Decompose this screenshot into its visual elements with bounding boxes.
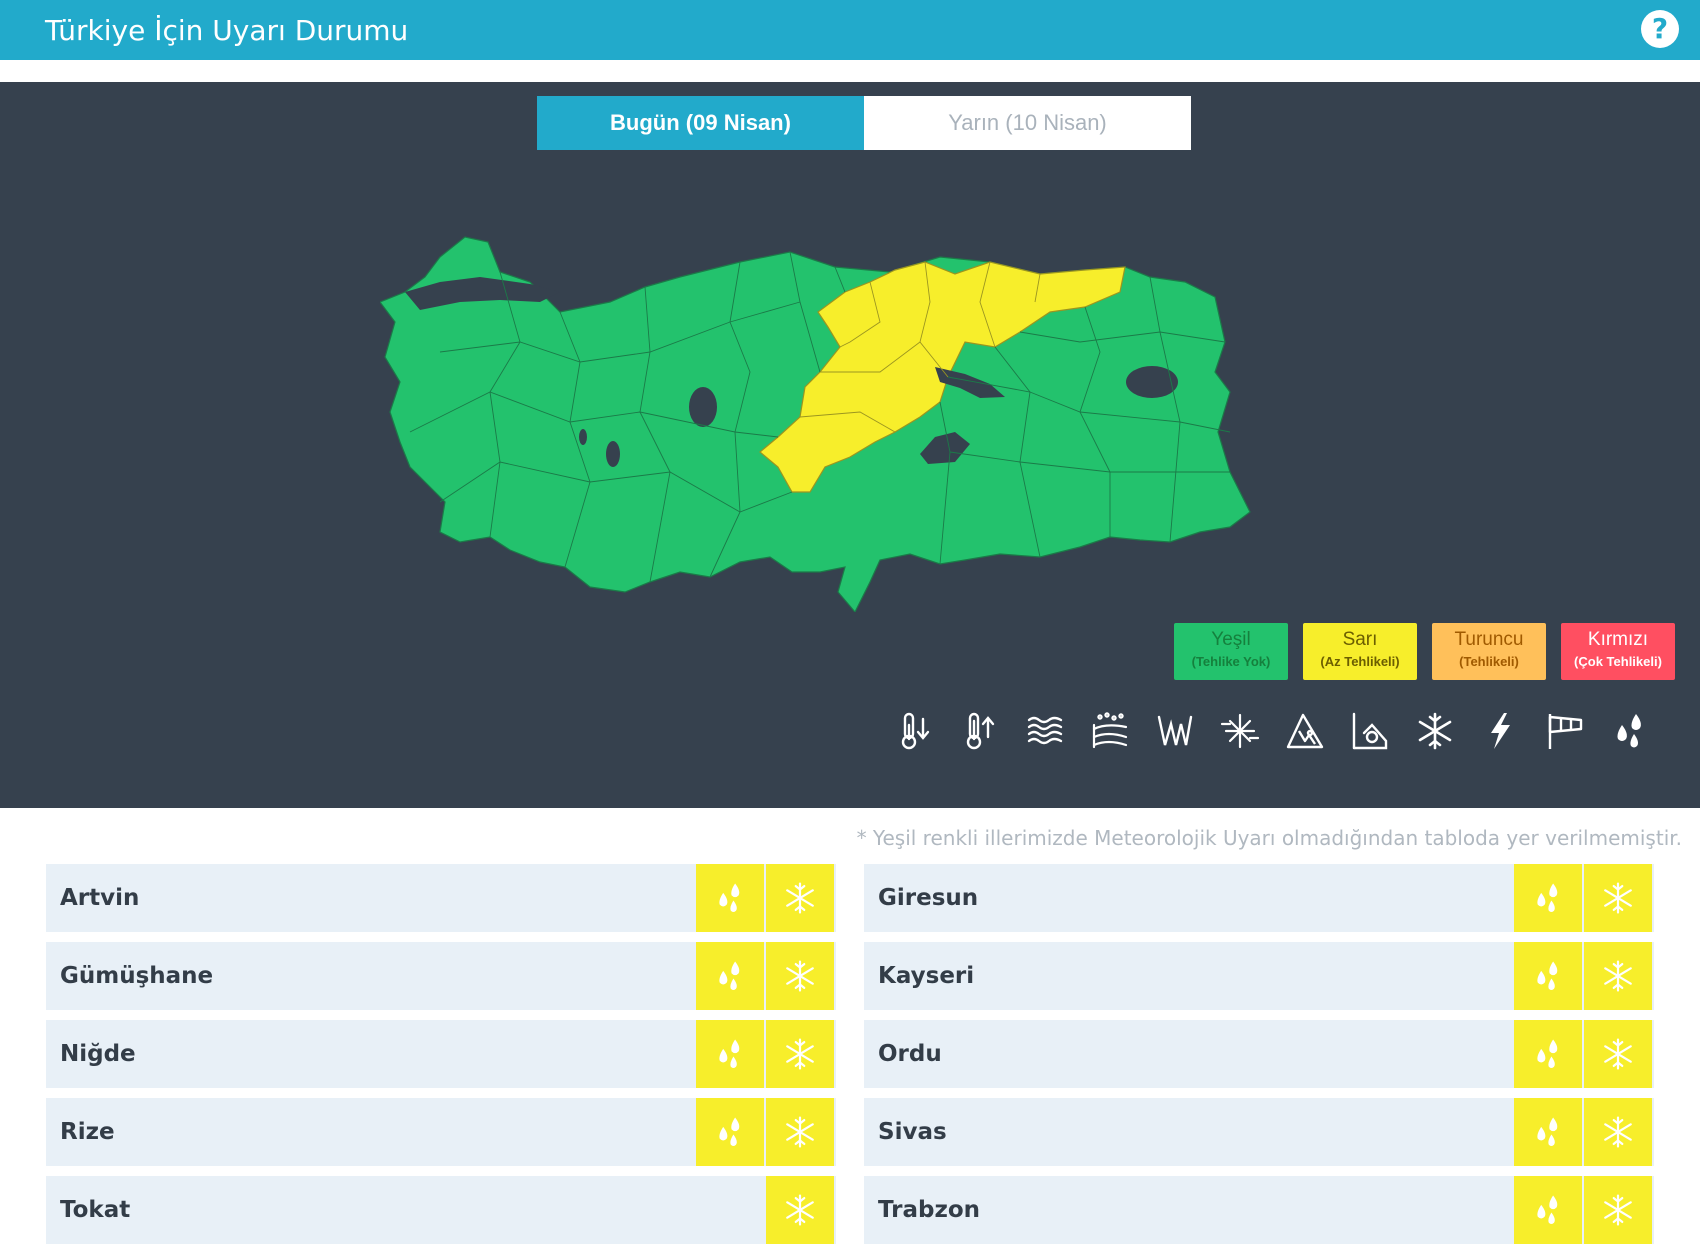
snow-warning-icon[interactable] [1584,1176,1652,1244]
help-icon[interactable]: ? [1641,10,1679,48]
legend-green-label: Yeşil [1211,629,1251,650]
legend-red: Kırmızı (Çok Tehlikeli) [1561,623,1675,680]
province-row[interactable]: Giresun [864,864,1654,932]
province-row[interactable]: Kayseri [864,942,1654,1010]
day-tabs: Bugün (09 Nisan) Yarın (10 Nisan) [537,96,1191,150]
fog-icon[interactable] [1025,710,1065,752]
rain-warning-icon[interactable] [1514,1020,1582,1088]
note-text: * Yeşil renkli illerimizde Meteorolojik … [856,826,1682,850]
cold-thermometer-icon[interactable] [895,710,935,752]
legend-orange-sublabel: (Tehlikeli) [1459,654,1519,669]
province-row[interactable]: Gümüşhane [46,942,836,1010]
header-bar: Türkiye İçin Uyarı Durumu ? [0,0,1700,60]
map-panel: Bugün (09 Nisan) Yarın (10 Nisan) Yeşil … [0,82,1700,808]
snow-warning-icon[interactable] [1584,1020,1652,1088]
flood-icon[interactable] [1350,710,1390,752]
hot-thermometer-icon[interactable] [960,710,1000,752]
province-name: Giresun [878,885,979,911]
snow-warning-icon[interactable] [766,1098,834,1166]
avalanche-icon[interactable] [1285,710,1325,752]
rain-warning-icon[interactable] [1514,1176,1582,1244]
avalanche-snow-icon[interactable] [1220,710,1260,752]
snow-warning-icon[interactable] [766,1020,834,1088]
rain-warning-icon[interactable] [696,1098,764,1166]
lake-beysehir [606,441,620,467]
province-row[interactable]: Rize [46,1098,836,1166]
province-row[interactable]: Artvin [46,864,836,932]
snow-warning-icon[interactable] [1584,1098,1652,1166]
dust-icon[interactable] [1090,710,1130,752]
province-name: Gümüşhane [60,963,214,989]
legend-yellow-label: Sarı [1342,629,1378,650]
snow-warning-icon[interactable] [766,942,834,1010]
province-name: Tokat [60,1197,131,1223]
province-row[interactable]: Trabzon [864,1176,1654,1244]
snow-warning-icon[interactable] [1584,864,1652,932]
frost-icon[interactable] [1155,710,1195,752]
province-name: Artvin [60,885,140,911]
page-title: Türkiye İçin Uyarı Durumu [45,14,409,47]
snow-warning-icon[interactable] [766,864,834,932]
wind-icon[interactable] [1545,710,1585,752]
legend-green-sublabel: (Tehlike Yok) [1191,654,1271,669]
snow-icon[interactable] [1415,710,1455,752]
legend-orange-label: Turuncu [1454,629,1524,650]
province-row[interactable]: Ordu [864,1020,1654,1088]
snow-warning-icon[interactable] [766,1176,834,1244]
rain-icon[interactable] [1610,710,1650,752]
turkey-warning-map[interactable] [380,192,1340,612]
province-name: Sivas [878,1119,947,1145]
legend-red-sublabel: (Çok Tehlikeli) [1574,654,1662,669]
rain-warning-icon[interactable] [696,942,764,1010]
tab-tomorrow[interactable]: Yarın (10 Nisan) [864,96,1191,150]
lake-van [1126,366,1178,398]
province-name: Ordu [878,1041,942,1067]
province-row[interactable]: Sivas [864,1098,1654,1166]
rain-warning-icon[interactable] [696,1020,764,1088]
rain-warning-icon[interactable] [696,864,764,932]
rain-warning-icon[interactable] [1514,864,1582,932]
legend-green: Yeşil (Tehlike Yok) [1174,623,1288,680]
lightning-icon[interactable] [1480,710,1520,752]
legend-yellow-sublabel: (Az Tehlikeli) [1320,654,1400,669]
province-name: Rize [60,1119,115,1145]
province-row[interactable]: Niğde [46,1020,836,1088]
province-name: Niğde [60,1041,136,1067]
legend-red-label: Kırmızı [1587,629,1649,650]
province-name: Kayseri [878,963,975,989]
lake-egirdir [579,429,587,445]
tab-today[interactable]: Bugün (09 Nisan) [537,96,864,150]
legend-orange: Turuncu (Tehlikeli) [1432,623,1546,680]
lake-tuz [689,387,717,427]
province-row[interactable]: Tokat [46,1176,836,1244]
rain-warning-icon[interactable] [1514,1098,1582,1166]
rain-warning-icon[interactable] [1514,942,1582,1010]
legend-yellow: Sarı (Az Tehlikeli) [1303,623,1417,680]
snow-warning-icon[interactable] [1584,942,1652,1010]
province-name: Trabzon [878,1197,981,1223]
